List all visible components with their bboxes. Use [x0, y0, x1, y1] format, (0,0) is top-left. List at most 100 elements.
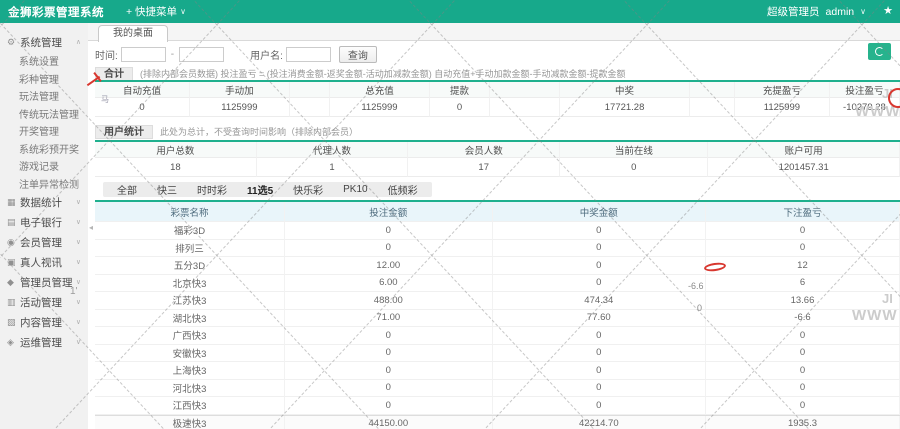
- sidebar-item[interactable]: ▤ 电子银行 ∨: [0, 212, 88, 232]
- profit-cell: 12: [706, 257, 900, 275]
- bet-amount-cell: 0: [285, 327, 493, 345]
- sidebar-item[interactable]: 注单异常检测: [0, 175, 88, 193]
- table-row: 江西快3 0 0 0: [95, 397, 900, 415]
- sidebar-item-label: 系统彩预开奖: [19, 141, 79, 156]
- time-to-input[interactable]: [179, 47, 224, 62]
- query-form: 时间: - 用户名: 查询: [95, 42, 900, 66]
- user-stats-value-cell: 1201457.31: [708, 158, 900, 177]
- win-amount-cell: 474.34: [493, 292, 706, 310]
- summary-value-cell: -10279.28: [830, 98, 900, 117]
- sidebar-item[interactable]: ▣ 真人视讯 ∨: [0, 252, 88, 272]
- user-name: admin: [826, 6, 855, 18]
- star-icon[interactable]: ★: [883, 4, 893, 17]
- sidebar-item[interactable]: ◉ 会员管理 ∨: [0, 232, 88, 252]
- lottery-header-cell: 投注金额: [285, 202, 493, 222]
- lottery-name-cell: 安徽快3: [95, 345, 285, 363]
- sidebar-item-icon: ▧: [7, 317, 20, 328]
- summary-header-cell: [490, 82, 560, 98]
- chevron-icon: ∨: [76, 198, 81, 206]
- summary-value-cell: [690, 98, 735, 117]
- summary-value-cell: 1125999: [190, 98, 290, 117]
- user-stats-table: 用户总数代理人数会员人数当前在线账户可用 1811701201457.31: [95, 140, 900, 177]
- sidebar-item[interactable]: 系统彩预开奖: [0, 140, 88, 158]
- sidebar-item[interactable]: 玩法管理: [0, 87, 88, 105]
- refresh-button[interactable]: [868, 43, 891, 60]
- profit-cell: 0: [706, 362, 900, 380]
- sidebar-item[interactable]: 彩种管理: [0, 70, 88, 88]
- bet-amount-cell: 0: [285, 397, 493, 415]
- chevron-icon: ∨: [76, 278, 81, 286]
- lottery-tab[interactable]: 快乐彩: [283, 182, 333, 197]
- bet-amount-cell: 71.00: [285, 310, 493, 328]
- profit-cell: 0: [706, 240, 900, 258]
- summary-header-cell: 投注盈亏: [830, 82, 900, 98]
- user-stats-header-cell: 会员人数: [408, 142, 560, 158]
- sidebar-item-label: 活动管理: [20, 295, 62, 310]
- win-amount-cell: 0: [493, 222, 706, 240]
- summary-header-cell: 提款: [430, 82, 490, 98]
- sidebar-item[interactable]: ▦ 数据统计 ∨: [0, 192, 88, 212]
- user-stats-note-row: 用户统计 此处为总计，不受查询时间影响（排除内部会员）: [95, 124, 900, 139]
- user-menu[interactable]: 超级管理员 admin ∨: [767, 4, 866, 19]
- lottery-tab[interactable]: 11选5: [237, 182, 283, 197]
- lottery-tab[interactable]: PK10: [333, 184, 377, 195]
- sidebar-item[interactable]: 游戏记录: [0, 157, 88, 175]
- lottery-name-cell: 排列三: [95, 240, 285, 258]
- chevron-icon: ∨: [76, 318, 81, 326]
- lottery-tab[interactable]: 时时彩: [187, 182, 237, 197]
- win-amount-cell: 0: [493, 257, 706, 275]
- profit-cell: 1935.3: [706, 416, 900, 429]
- refresh-icon: [875, 47, 884, 56]
- profit-cell: 6: [706, 275, 900, 293]
- lottery-name-cell: 上海快3: [95, 362, 285, 380]
- user-stats-header: 用户总数代理人数会员人数当前在线账户可用: [95, 142, 900, 158]
- table-row: 五分3D 12.00 0 12: [95, 257, 900, 275]
- sidebar-item-label: 注单异常检测: [19, 176, 79, 191]
- table-row: 北京快3 6.00 0 6: [95, 275, 900, 293]
- sidebar-item[interactable]: ▥ 活动管理 ∨: [0, 292, 88, 312]
- user-stats-values: 1811701201457.31: [95, 158, 900, 177]
- lottery-name-cell: 福彩3D: [95, 222, 285, 240]
- summary-value-cell: [490, 98, 560, 117]
- chevron-icon: ∨: [76, 338, 81, 346]
- summary-header-cell: 手动加: [190, 82, 290, 98]
- sidebar-item[interactable]: ◆ 管理员管理 ∨: [0, 272, 88, 292]
- quick-menu-button[interactable]: + 快捷菜单 ∨: [126, 4, 186, 19]
- sidebar: ⚙ 系统管理 ∧ 系统设置 彩种管理 玩法管理: [0, 23, 88, 429]
- time-from-input[interactable]: [121, 47, 166, 62]
- user-stats-value-cell: 0: [560, 158, 708, 177]
- lottery-header-cell: 下注盈亏: [706, 202, 900, 222]
- sidebar-item-label: 游戏记录: [19, 158, 59, 173]
- sidebar-item-icon: ◉: [7, 237, 20, 248]
- sidebar-item[interactable]: ▧ 内容管理 ∨: [0, 312, 88, 332]
- summary-header-cell: [690, 82, 735, 98]
- user-stats-value-cell: 18: [95, 158, 257, 177]
- profit-cell: 0: [706, 380, 900, 398]
- summary-header-cell: 充提盈亏: [735, 82, 830, 98]
- bet-amount-cell: 12.00: [285, 257, 493, 275]
- lottery-tab[interactable]: 全部: [107, 182, 147, 197]
- bet-amount-cell: 488.00: [285, 292, 493, 310]
- sidebar-item-label: 玩法管理: [19, 88, 59, 103]
- sidebar-item[interactable]: 开奖管理: [0, 122, 88, 140]
- summary-tag: 合计: [95, 67, 133, 81]
- lottery-tab[interactable]: 低频彩: [378, 182, 428, 197]
- app-window: 金狮彩票管理系统 + 快捷菜单 ∨ 超级管理员 admin ∨ ★ ⚙ 系统管理…: [0, 0, 900, 429]
- user-role: 超级管理员: [767, 4, 820, 19]
- win-amount-cell: 0: [493, 240, 706, 258]
- sidebar-collapse-icon[interactable]: ◂: [89, 223, 93, 232]
- lottery-tab[interactable]: 快三: [147, 182, 187, 197]
- sidebar-item[interactable]: ⚙ 系统管理 ∧: [0, 32, 88, 52]
- sidebar-item-icon: ▥: [7, 297, 20, 308]
- sidebar-item[interactable]: ◈ 运维管理 ∨: [0, 332, 88, 352]
- sidebar-item-label: 系统管理: [20, 35, 62, 50]
- tab-my-desktop[interactable]: 我的桌面: [98, 25, 168, 42]
- chevron-down-icon: ∨: [860, 7, 866, 16]
- user-stats-tag: 用户统计: [95, 125, 153, 139]
- username-input[interactable]: [286, 47, 331, 62]
- user-stats-header-cell: 用户总数: [95, 142, 257, 158]
- query-button[interactable]: 查询: [339, 46, 377, 63]
- sidebar-item[interactable]: 传统玩法管理: [0, 105, 88, 123]
- lottery-header-cell: 彩票名称: [95, 202, 285, 222]
- sidebar-item[interactable]: 系统设置: [0, 52, 88, 70]
